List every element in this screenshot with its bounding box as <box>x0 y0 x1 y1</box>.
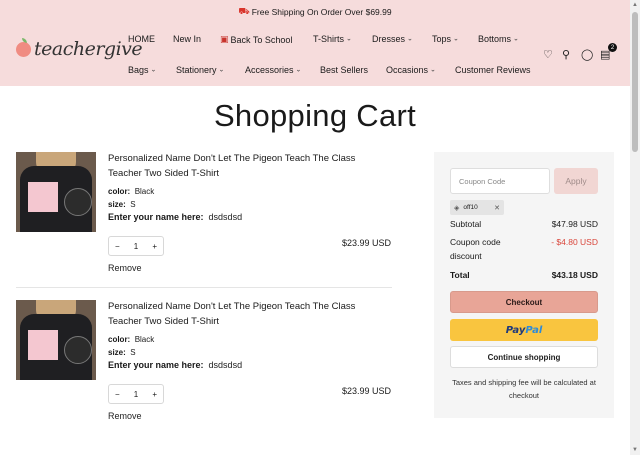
quantity-value[interactable]: 1 <box>134 242 138 251</box>
plus-icon[interactable]: + <box>152 390 157 399</box>
chevron-down-icon: ⌄ <box>430 66 436 74</box>
nav-dresses[interactable]: Dresses ⌄ <box>372 34 413 44</box>
chevron-down-icon: ⌄ <box>513 35 519 43</box>
subtotal-label: Subtotal <box>450 219 482 229</box>
cart-item: Personalized Name Don't Let The Pigeon T… <box>16 152 392 282</box>
item-divider <box>16 287 392 288</box>
remove-link[interactable]: Remove <box>108 263 142 273</box>
nav-customer-reviews[interactable]: Customer Reviews <box>455 65 531 75</box>
quantity-stepper: − 1 + <box>108 236 164 256</box>
nav-tops[interactable]: Tops ⌄ <box>432 34 459 44</box>
chevron-down-icon: ⌄ <box>150 66 157 74</box>
paypal-logo-pay: Pay <box>505 324 526 336</box>
product-image[interactable] <box>16 300 96 380</box>
applied-coupon-tag: ◈ off10 ✕ <box>450 200 504 215</box>
continue-shopping-button[interactable]: Continue shopping <box>450 346 598 368</box>
checkout-button[interactable]: Checkout <box>450 291 598 313</box>
product-name[interactable]: Personalized Name Don't Let The Pigeon T… <box>108 300 388 329</box>
option-size: size: S <box>108 200 136 209</box>
site-header: teachergive HOME New In ▣ Back To School … <box>0 24 630 86</box>
option-custom-name: Enter your name here: dsdsdsd <box>108 212 243 222</box>
page-title: Shopping Cart <box>213 98 417 133</box>
chevron-down-icon: ⌄ <box>346 35 352 43</box>
nav-accessories[interactable]: Accessories ⌄ <box>245 65 301 75</box>
product-name[interactable]: Personalized Name Don't Let The Pigeon T… <box>108 152 388 181</box>
brand-logo[interactable]: teachergive <box>16 37 143 60</box>
announcement-bar: ⛟ Free Shipping On Order Over $69.99 <box>0 0 630 24</box>
minus-icon[interactable]: − <box>115 242 120 251</box>
nav-home[interactable]: HOME <box>128 34 155 44</box>
remove-link[interactable]: Remove <box>108 411 142 421</box>
scroll-down-arrow-icon[interactable]: ▼ <box>630 445 640 455</box>
tag-icon: ◈ <box>454 204 460 212</box>
coupon-input[interactable]: Coupon Code <box>450 168 550 194</box>
nav-new-in[interactable]: New In <box>173 34 201 44</box>
scroll-thumb[interactable] <box>632 12 638 152</box>
minus-icon[interactable]: − <box>115 390 120 399</box>
product-image[interactable] <box>16 152 96 232</box>
tax-note: Taxes and shipping fee will be calculate… <box>452 378 596 400</box>
search-icon[interactable]: ⚲ <box>562 48 570 61</box>
brand-name: teachergive <box>34 38 143 60</box>
nav-bags[interactable]: Bags ⌄ <box>128 65 156 75</box>
discount-value: - $4.80 USD <box>551 237 598 247</box>
scroll-up-arrow-icon[interactable]: ▲ <box>630 0 640 10</box>
chevron-down-icon: ⌄ <box>295 66 302 74</box>
option-color: color: Black <box>108 335 155 344</box>
truck-icon: ⛟ <box>238 6 250 16</box>
close-icon[interactable]: ✕ <box>494 204 500 212</box>
option-size: size: S <box>108 348 136 357</box>
quantity-value[interactable]: 1 <box>134 390 138 399</box>
applied-coupon-code: off10 <box>463 204 478 211</box>
subtotal-value: $47.98 USD <box>551 219 598 229</box>
user-icon[interactable]: ◯ <box>581 48 593 61</box>
apple-icon <box>16 37 31 57</box>
nav-t-shirts[interactable]: T-Shirts ⌄ <box>313 34 352 44</box>
chevron-down-icon: ⌄ <box>407 35 413 43</box>
option-custom-name: Enter your name here: dsdsdsd <box>108 360 243 370</box>
order-summary: Coupon Code Apply ◈ off10 ✕ Subtotal $47… <box>434 152 614 418</box>
item-price: $23.99 USD <box>342 238 392 248</box>
page-scrollbar[interactable]: ▲ ▼ <box>630 0 640 455</box>
total-label: Total <box>450 270 470 280</box>
nav-best-sellers[interactable]: Best Sellers <box>320 65 368 75</box>
nav-bottoms[interactable]: Bottoms ⌄ <box>478 34 519 44</box>
nav-occasions[interactable]: Occasions ⌄ <box>386 65 436 75</box>
cart-item: Personalized Name Don't Let The Pigeon T… <box>16 300 392 430</box>
cart-count-badge: 2 <box>608 43 617 52</box>
paypal-button[interactable]: Pay Pal <box>450 319 598 341</box>
heart-icon[interactable]: ♡ <box>543 48 553 61</box>
paypal-logo-pal: Pal <box>525 324 543 336</box>
nav-stationery[interactable]: Stationery ⌄ <box>176 65 224 75</box>
total-value: $43.18 USD <box>551 270 598 280</box>
announcement-text: Free Shipping On Order Over $69.99 <box>251 7 392 17</box>
quantity-stepper: − 1 + <box>108 384 164 404</box>
item-price: $23.99 USD <box>342 386 392 396</box>
option-color: color: Black <box>108 187 155 196</box>
plus-icon[interactable]: + <box>152 242 157 251</box>
discount-label: Coupon code discount <box>450 237 501 261</box>
chevron-down-icon: ⌄ <box>453 35 459 43</box>
apply-button[interactable]: Apply <box>554 168 598 194</box>
chevron-down-icon: ⌄ <box>218 66 225 74</box>
school-bag-icon: ▣ <box>220 34 229 44</box>
nav-back-to-school[interactable]: ▣ Back To School <box>220 34 292 45</box>
